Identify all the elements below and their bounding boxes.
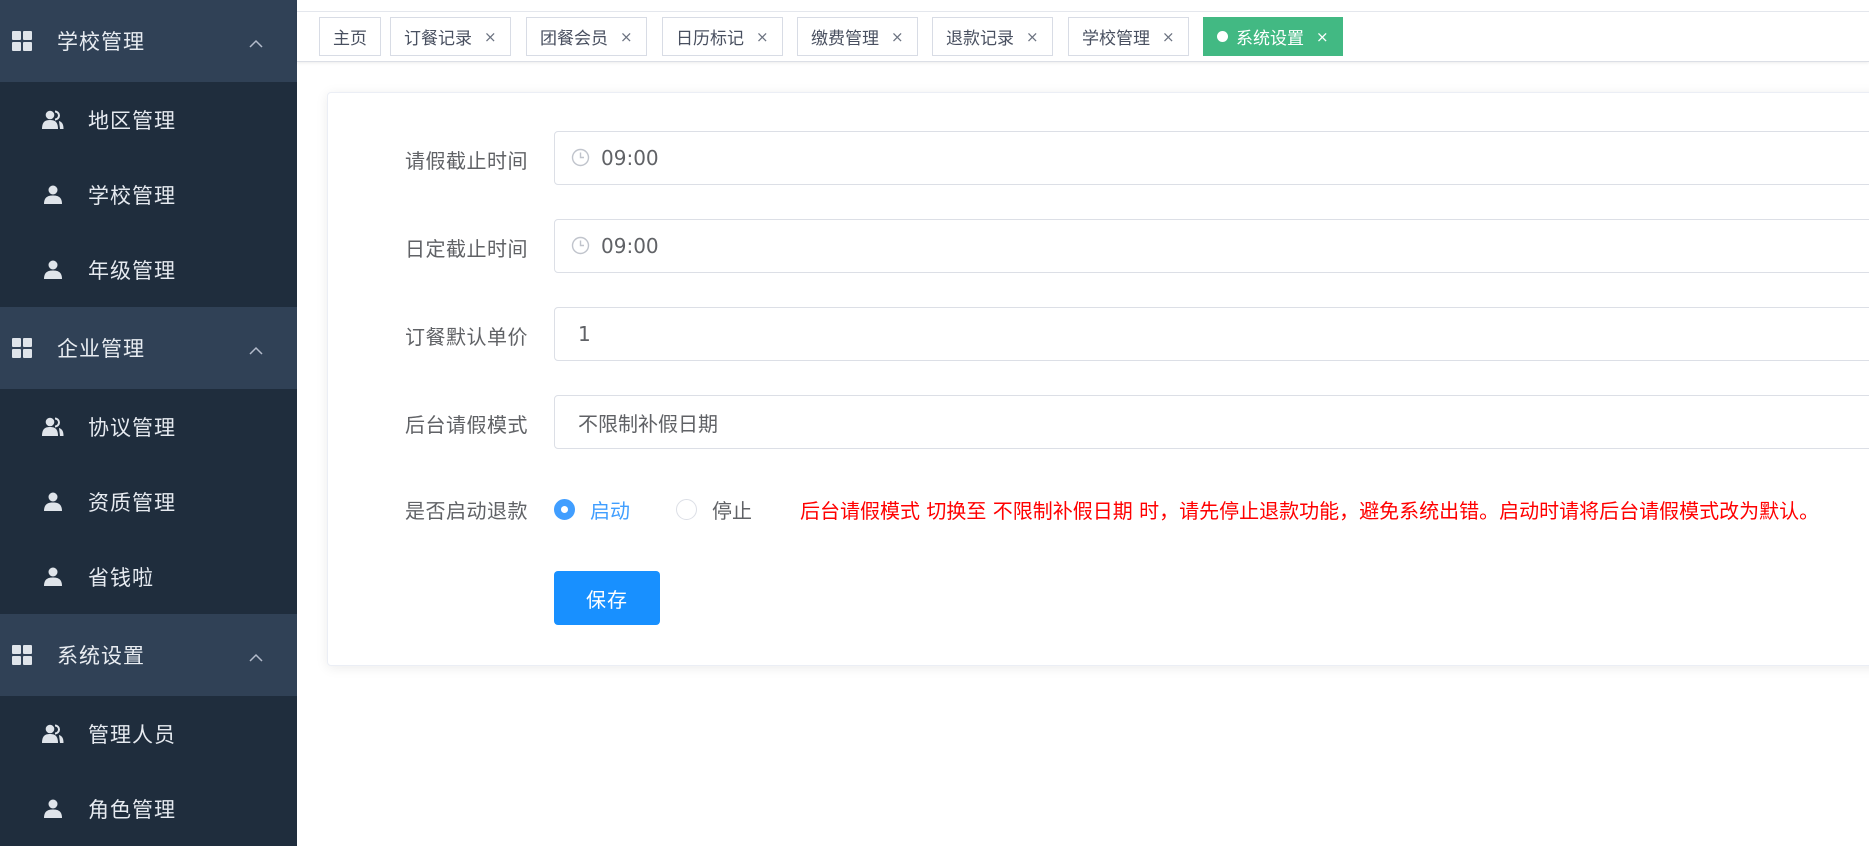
close-icon[interactable]: × [1316, 28, 1329, 46]
sidebar-item-savings[interactable]: 省钱啦 [0, 539, 297, 614]
sidebar-item-label: 资质管理 [88, 490, 176, 515]
radio-label: 停止 [712, 499, 752, 523]
close-icon[interactable]: × [1162, 28, 1175, 46]
clock-icon [571, 236, 590, 255]
user-icon [42, 566, 64, 588]
sidebar: 学校管理 地区管理 学校管理 年级管理 企业管理 协议管理 资质管理 省钱啦 系… [0, 0, 297, 846]
tags-view-bar: 主页 订餐记录 × 团餐会员 × 日历标记 × 缴费管理 × 退款记录 × 学校… [297, 0, 1869, 62]
active-dot-icon [1217, 31, 1228, 42]
sidebar-item-roles[interactable]: 角色管理 [0, 771, 297, 846]
chevron-up-icon [249, 346, 263, 360]
sidebar-group-label: 企业管理 [57, 337, 145, 361]
sidebar-item-qualification[interactable]: 资质管理 [0, 464, 297, 539]
user-icon [42, 491, 64, 513]
sidebar-item-label: 年级管理 [88, 258, 176, 283]
user-icon [42, 259, 64, 281]
sidebar-item-label: 地区管理 [88, 108, 176, 133]
select-value: 不限制补假日期 [578, 411, 718, 436]
refund-warning-text: 后台请假模式 切换至 不限制补假日期 时，请先停止退款功能，避免系统出错。启动时… [800, 499, 1820, 523]
chevron-up-icon [249, 39, 263, 53]
tab-label: 退款记录 [946, 29, 1014, 49]
users-icon [42, 723, 64, 745]
tab-system-settings[interactable]: 系统设置 × [1203, 17, 1343, 56]
sidebar-item-school[interactable]: 学校管理 [0, 157, 297, 232]
close-icon[interactable]: × [1026, 28, 1039, 46]
tab-payment-management[interactable]: 缴费管理 × [797, 17, 918, 56]
leave-deadline-time-picker[interactable]: 09:00 [554, 131, 1869, 185]
sidebar-item-grade[interactable]: 年级管理 [0, 232, 297, 307]
users-icon [42, 416, 64, 438]
close-icon[interactable]: × [756, 28, 769, 46]
tab-group-members[interactable]: 团餐会员 × [526, 17, 647, 56]
users-icon [42, 109, 64, 131]
refund-enable-radio[interactable]: 启动 [554, 495, 630, 524]
sidebar-group-enterprise[interactable]: 企业管理 [0, 307, 297, 389]
radio-circle [676, 499, 697, 520]
user-icon [42, 798, 64, 820]
sidebar-item-admins[interactable]: 管理人员 [0, 696, 297, 771]
tab-label: 订餐记录 [404, 29, 472, 49]
sidebar-group-label: 系统设置 [57, 644, 145, 668]
sidebar-item-label: 学校管理 [88, 183, 176, 208]
tab-home[interactable]: 主页 [319, 17, 381, 56]
tab-order-records[interactable]: 订餐记录 × [390, 17, 511, 56]
grid-icon [12, 338, 32, 358]
grid-icon [12, 31, 32, 51]
close-icon[interactable]: × [891, 28, 904, 46]
sidebar-item-region[interactable]: 地区管理 [0, 82, 297, 157]
tab-label: 主页 [333, 29, 367, 49]
sidebar-item-label: 省钱啦 [88, 565, 154, 590]
divider [297, 11, 1869, 12]
radio-label: 启动 [590, 499, 630, 523]
daily-deadline-label: 日定截止时间 [405, 237, 528, 261]
clock-icon [571, 148, 590, 167]
tab-label: 日历标记 [676, 29, 744, 49]
leave-mode-label: 后台请假模式 [405, 413, 528, 437]
sidebar-group-system[interactable]: 系统设置 [0, 614, 297, 696]
sidebar-item-label: 协议管理 [88, 415, 176, 440]
chevron-up-icon [249, 653, 263, 667]
tab-label: 缴费管理 [811, 29, 879, 49]
leave-mode-select[interactable]: 不限制补假日期 [554, 395, 1869, 449]
sidebar-item-label: 角色管理 [88, 797, 176, 822]
input-value: 1 [578, 322, 591, 346]
default-price-label: 订餐默认单价 [405, 325, 528, 349]
grid-icon [12, 645, 32, 665]
tab-label: 系统设置 [1236, 29, 1304, 49]
sidebar-item-agreement[interactable]: 协议管理 [0, 389, 297, 464]
settings-card: 请假截止时间 09:00 日定截止时间 09:00 订餐默认单价 1 后台请假模… [327, 92, 1869, 666]
user-icon [42, 184, 64, 206]
leave-deadline-label: 请假截止时间 [405, 149, 528, 173]
close-icon[interactable]: × [484, 28, 497, 46]
tab-refund-records[interactable]: 退款记录 × [932, 17, 1053, 56]
close-icon[interactable]: × [620, 28, 633, 46]
tab-school-management[interactable]: 学校管理 × [1068, 17, 1189, 56]
sidebar-group-school[interactable]: 学校管理 [0, 0, 297, 82]
tab-calendar-marks[interactable]: 日历标记 × [662, 17, 783, 56]
refund-disable-radio[interactable]: 停止 [676, 495, 752, 524]
tab-label: 学校管理 [1082, 29, 1150, 49]
sidebar-item-label: 管理人员 [88, 722, 176, 747]
sidebar-group-label: 学校管理 [57, 30, 145, 54]
daily-deadline-time-picker[interactable]: 09:00 [554, 219, 1869, 273]
radio-circle [554, 499, 575, 520]
save-button[interactable]: 保存 [554, 571, 660, 625]
default-price-input[interactable]: 1 [554, 307, 1869, 361]
refund-label: 是否启动退款 [405, 499, 528, 523]
tab-label: 团餐会员 [540, 29, 608, 49]
